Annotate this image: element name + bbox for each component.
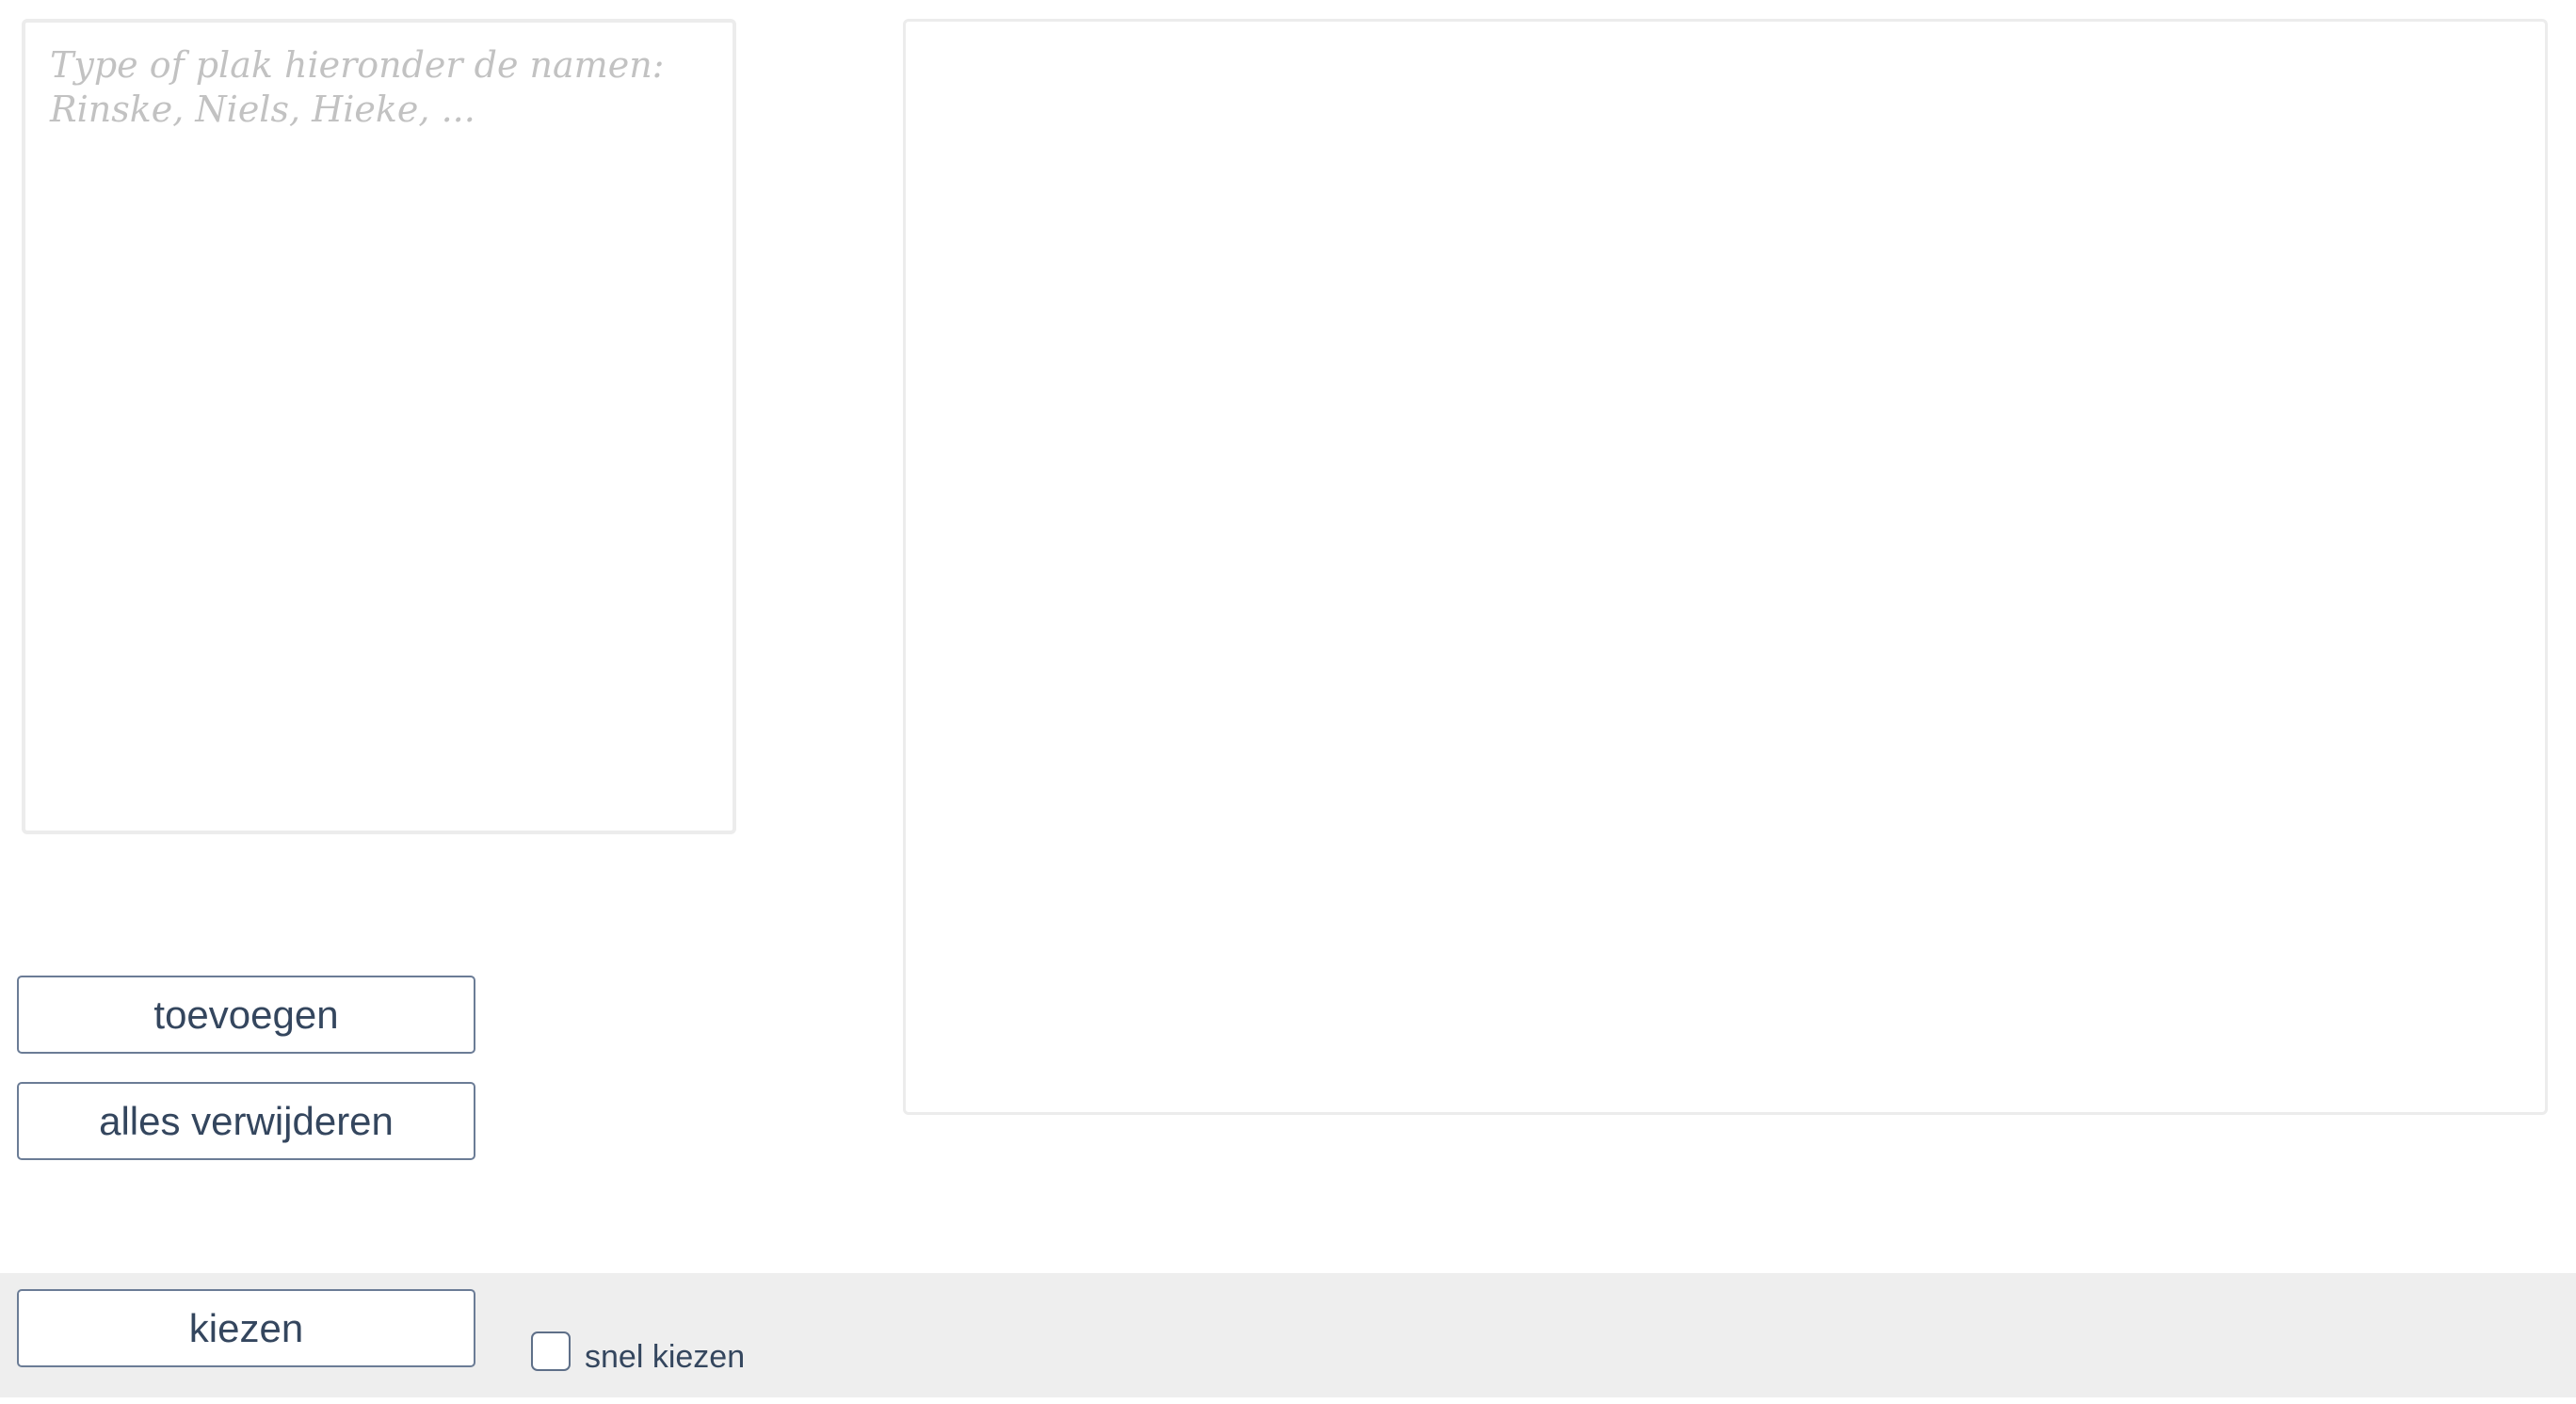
quick-choose-checkbox[interactable]	[531, 1331, 571, 1371]
bottom-bar: kiezen snel kiezen	[0, 1273, 2576, 1397]
quick-choose-option[interactable]: snel kiezen	[531, 1328, 745, 1375]
names-textarea[interactable]	[22, 19, 736, 834]
quick-choose-label: snel kiezen	[585, 1338, 746, 1375]
name-picker-app: toevoegen alles verwijderen kiezen snel …	[0, 0, 2576, 1404]
add-button[interactable]: toevoegen	[17, 976, 475, 1054]
result-panel	[903, 19, 2548, 1115]
clear-all-button[interactable]: alles verwijderen	[17, 1082, 475, 1160]
choose-button[interactable]: kiezen	[17, 1289, 475, 1367]
